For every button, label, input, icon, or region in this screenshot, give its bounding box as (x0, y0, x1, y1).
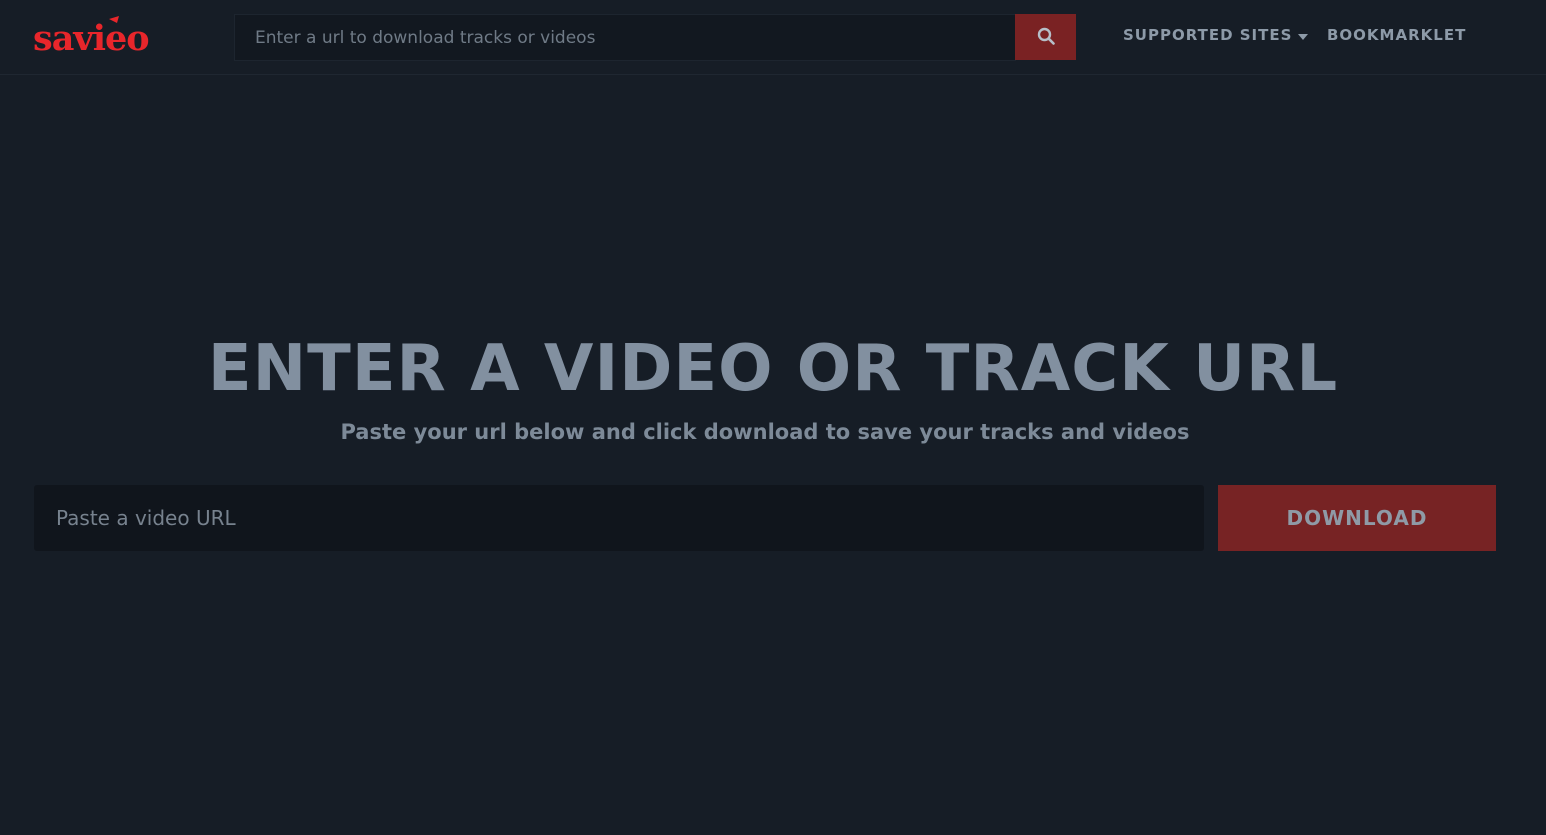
top-navbar: savieo SUPPORTED SITES BOOKMARKLET (0, 0, 1546, 75)
search-icon (1037, 27, 1055, 48)
hero-title: ENTER A VIDEO OR TRACK URL (207, 332, 1339, 406)
nav-supported-sites-label: SUPPORTED SITES (1123, 26, 1293, 44)
savieo-logo[interactable]: savieo (33, 16, 163, 56)
download-button[interactable]: DOWNLOAD (1218, 485, 1496, 551)
logo-text: savieo (33, 18, 149, 56)
nav-bookmarklet[interactable]: BOOKMARKLET (1327, 26, 1466, 44)
hero-subtitle: Paste your url below and click download … (340, 420, 1190, 444)
header-search-button[interactable] (1015, 14, 1076, 60)
nav-supported-sites[interactable]: SUPPORTED SITES (1123, 26, 1309, 44)
caret-down-icon (1298, 26, 1309, 44)
nav-bookmarklet-label: BOOKMARKLET (1327, 26, 1467, 44)
header-search-input[interactable] (234, 14, 1016, 61)
video-url-input[interactable] (34, 485, 1204, 551)
